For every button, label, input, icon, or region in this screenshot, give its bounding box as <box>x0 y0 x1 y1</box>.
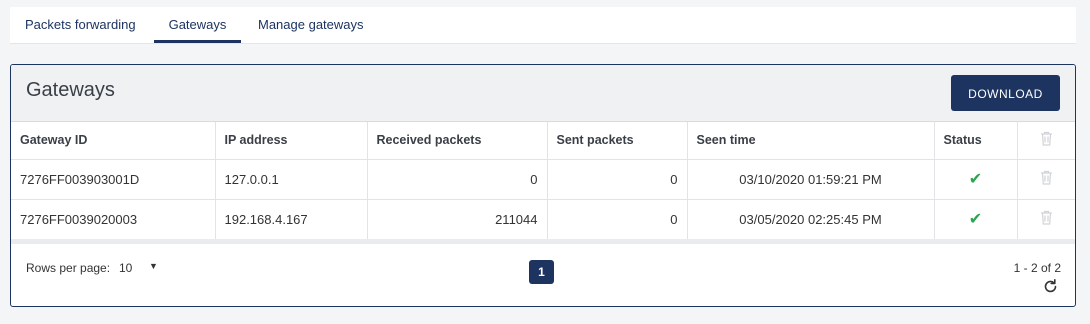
tab-manage-gateways[interactable]: Manage gateways <box>258 7 364 43</box>
cell-seen-time: 03/05/2020 02:25:45 PM <box>687 199 935 240</box>
active-tab-indicator <box>154 40 241 43</box>
cell-sent-packets: 0 <box>547 199 688 240</box>
trash-icon[interactable] <box>1040 210 1053 228</box>
cell-gateway-id: 7276FF003903001D <box>11 159 216 200</box>
cell-status: ✔ <box>934 199 1018 240</box>
column-header-sent-packets[interactable]: Sent packets <box>547 122 688 160</box>
gateways-panel: Gateways DOWNLOAD Gateway ID IP address … <box>10 64 1076 307</box>
gateways-table: Gateway ID IP address Received packets S… <box>11 122 1075 240</box>
column-header-ip-address[interactable]: IP address <box>215 122 368 160</box>
download-button[interactable]: DOWNLOAD <box>951 75 1060 111</box>
check-icon: ✔ <box>968 171 983 188</box>
trash-icon[interactable] <box>1040 170 1053 188</box>
tab-gateways[interactable]: Gateways <box>154 7 241 43</box>
check-icon: ✔ <box>968 211 983 228</box>
rows-per-page-select[interactable]: 10 <box>119 261 132 275</box>
column-header-gateway-id[interactable]: Gateway ID <box>11 122 216 160</box>
column-header-status[interactable]: Status <box>934 122 1018 160</box>
column-header-seen-time[interactable]: Seen time <box>687 122 935 160</box>
caret-down-icon[interactable]: ▼ <box>149 261 158 271</box>
pagination-range: 1 - 2 of 2 <box>1013 261 1061 275</box>
table-header-row: Gateway ID IP address Received packets S… <box>11 122 1075 160</box>
cell-sent-packets: 0 <box>547 159 688 200</box>
refresh-icon[interactable] <box>1042 278 1059 300</box>
cell-received-packets: 0 <box>367 159 548 200</box>
column-header-received-packets[interactable]: Received packets <box>367 122 548 160</box>
cell-ip-address: 192.168.4.167 <box>215 199 368 240</box>
panel-title: Gateways <box>26 79 115 101</box>
panel-header: Gateways DOWNLOAD <box>11 65 1075 122</box>
tab-bar: Packets forwarding Gateways Manage gatew… <box>10 7 1076 44</box>
cell-delete <box>1017 199 1075 240</box>
tab-packets-forwarding[interactable]: Packets forwarding <box>25 7 136 43</box>
cell-gateway-id: 7276FF0039020003 <box>11 199 216 240</box>
rows-per-page-label: Rows per page: <box>26 261 111 275</box>
delete-all-cell <box>1017 122 1075 160</box>
cell-ip-address: 127.0.0.1 <box>215 159 368 200</box>
trash-icon[interactable] <box>1040 131 1053 149</box>
cell-status: ✔ <box>934 159 1018 200</box>
table-row[interactable]: 7276FF0039020003 192.168.4.167 211044 0 … <box>11 199 1075 240</box>
table-row[interactable]: 7276FF003903001D 127.0.0.1 0 0 03/10/202… <box>11 159 1075 200</box>
cell-received-packets: 211044 <box>367 199 548 240</box>
table-footer-divider <box>11 239 1075 244</box>
cell-delete <box>1017 159 1075 200</box>
cell-seen-time: 03/10/2020 01:59:21 PM <box>687 159 935 200</box>
page-button-current[interactable]: 1 <box>529 260 554 284</box>
